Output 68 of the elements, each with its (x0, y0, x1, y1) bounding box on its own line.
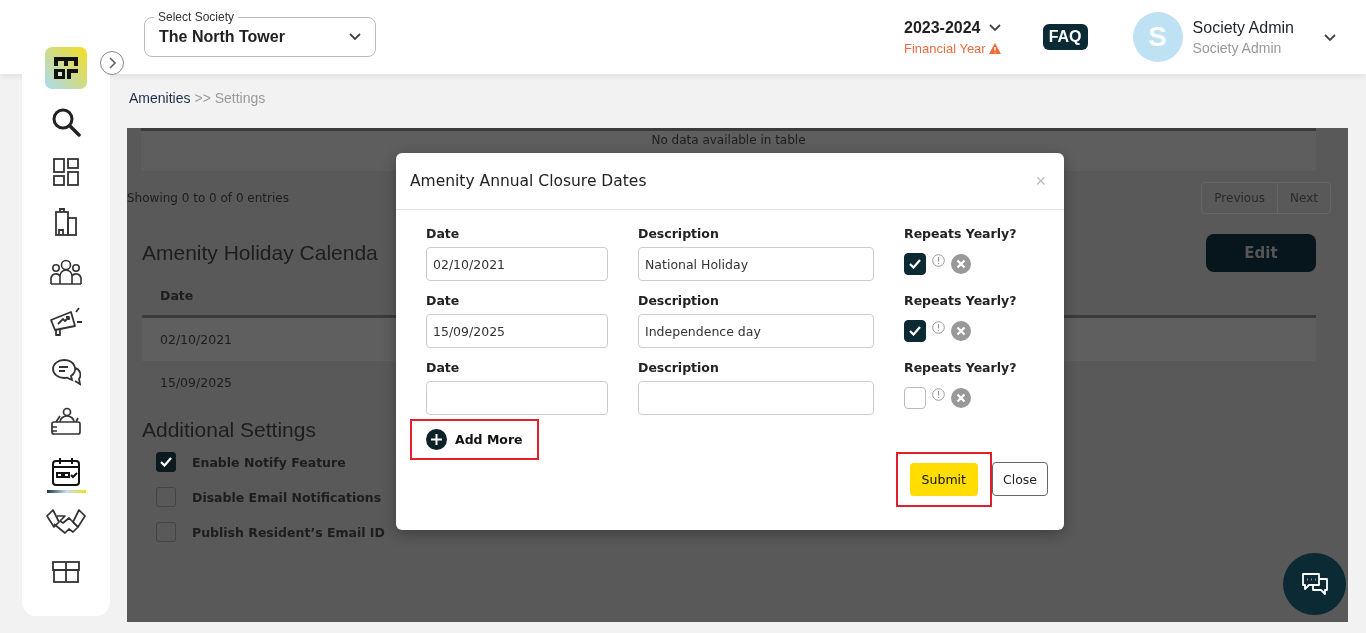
chat-icon (1299, 571, 1330, 597)
calendar-icon[interactable] (51, 457, 81, 487)
financial-year-label: Financial Year (904, 40, 986, 56)
megaphone-icon[interactable] (48, 306, 84, 338)
option-label: Enable Notify Feature (192, 454, 346, 470)
field-label: Description (638, 360, 720, 375)
chat-icon[interactable] (51, 358, 81, 386)
desk-icon[interactable] (50, 407, 82, 437)
info-icon[interactable] (932, 387, 945, 401)
submit-button[interactable]: Submit (909, 463, 978, 496)
field-label: Description (638, 226, 720, 241)
chevron-down-icon (349, 33, 361, 41)
warning-icon (988, 42, 1001, 54)
date-field[interactable] (426, 381, 608, 415)
remove-icon[interactable] (951, 321, 971, 341)
field-label: Repeats Yearly? (904, 293, 1018, 308)
field-label: Description (638, 293, 720, 308)
breadcrumb-link[interactable]: Amenities (129, 90, 191, 106)
date-field[interactable]: 15/09/2025 (426, 314, 608, 348)
field-label: Date (426, 360, 461, 375)
faq-button[interactable]: FAQ (1042, 24, 1088, 50)
dashboard-icon[interactable] (53, 158, 79, 186)
field-label: Repeats Yearly? (904, 226, 1018, 241)
field-label: Repeats Yearly? (904, 360, 1018, 375)
description-field[interactable] (638, 381, 874, 415)
description-field[interactable]: Independence day (638, 314, 874, 348)
repeat-checkbox[interactable] (904, 253, 926, 275)
select-label: Select Society (154, 10, 239, 24)
option-label: Disable Email Notifications (192, 489, 382, 505)
section-title: Additional Settings (142, 418, 316, 441)
empty-table-message: No data available in table (651, 133, 806, 147)
checkbox[interactable] (156, 452, 176, 472)
handshake-icon[interactable] (46, 508, 86, 536)
close-dialog-button[interactable]: Close (991, 462, 1048, 496)
info-icon[interactable] (932, 253, 945, 267)
search-icon[interactable] (51, 107, 81, 137)
field-label: Date (426, 293, 461, 308)
user-name: Society Admin (1192, 18, 1294, 37)
table-info: Showing 0 to 0 of 0 entries (127, 191, 289, 205)
date-field[interactable]: 02/10/2021 (426, 247, 608, 281)
plus-icon (426, 429, 447, 450)
field-label: Date (426, 226, 461, 241)
section-title: Amenity Holiday Calenda (142, 241, 378, 265)
financial-year-value[interactable]: 2023-2024 (904, 18, 981, 37)
repeat-checkbox[interactable] (904, 320, 926, 342)
chevron-down-icon (988, 23, 1001, 32)
building-icon[interactable] (55, 208, 77, 236)
option-label: Publish Resident’s Email ID (192, 524, 385, 540)
check-icon (160, 457, 172, 467)
box-icon[interactable] (51, 560, 81, 584)
info-icon[interactable] (932, 320, 945, 334)
user-role: Society Admin (1192, 39, 1283, 56)
chevron-right-icon (108, 57, 116, 69)
description-field[interactable]: National Holiday (638, 247, 874, 281)
add-more-button[interactable]: Add More (426, 429, 523, 450)
repeat-checkbox[interactable] (904, 387, 926, 409)
table-cell: 02/10/2021 (160, 332, 233, 347)
app-logo[interactable] (45, 47, 87, 89)
remove-icon[interactable] (951, 254, 971, 274)
select-value: The North Tower (159, 28, 285, 46)
check-icon (909, 326, 921, 336)
remove-icon[interactable] (951, 388, 971, 408)
breadcrumb-current: >> Settings (194, 90, 266, 106)
chevron-down-icon (1323, 34, 1336, 42)
dialog-title: Amenity Annual Closure Dates (410, 172, 647, 190)
people-icon[interactable] (50, 259, 82, 285)
check-icon (909, 259, 921, 269)
table-cell: 15/09/2025 (160, 375, 233, 390)
